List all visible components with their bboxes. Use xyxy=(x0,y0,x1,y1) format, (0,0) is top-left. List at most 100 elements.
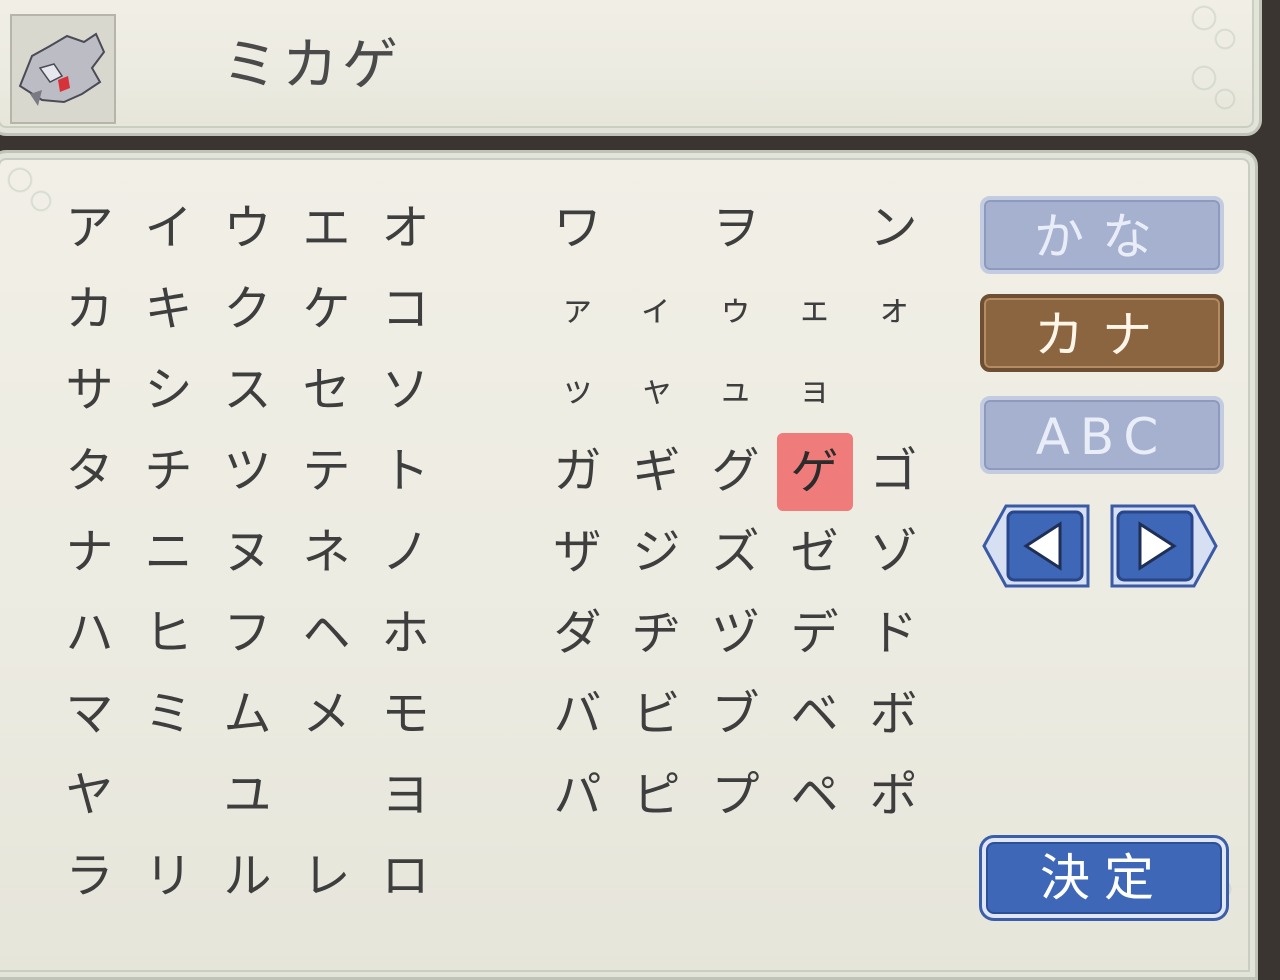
empty-key-slot xyxy=(854,350,933,431)
kana-key-label: ヒ xyxy=(144,605,193,661)
kana-key[interactable]: ピ xyxy=(617,755,696,836)
kana-key[interactable]: キ xyxy=(129,269,208,350)
kana-key-label: コ xyxy=(381,281,430,337)
kana-key[interactable]: ペ xyxy=(775,755,854,836)
kana-key[interactable]: タ xyxy=(50,431,129,512)
kana-key[interactable]: ネ xyxy=(287,512,366,593)
kana-key-selected[interactable]: ゲ xyxy=(775,431,854,512)
kana-key[interactable]: ウ xyxy=(208,188,287,269)
kana-key[interactable]: シ xyxy=(129,350,208,431)
kana-key[interactable]: ョ xyxy=(775,350,854,431)
kana-key[interactable]: ワ xyxy=(538,188,617,269)
kana-key-label: ア xyxy=(65,200,114,256)
arrow-right-button[interactable] xyxy=(1110,500,1218,592)
kana-key[interactable]: ヌ xyxy=(208,512,287,593)
empty-key-slot xyxy=(617,188,696,269)
kana-key[interactable]: ブ xyxy=(696,674,775,755)
kana-key[interactable]: ェ xyxy=(775,269,854,350)
kana-key[interactable]: ポ xyxy=(854,755,933,836)
kana-key[interactable]: ン xyxy=(854,188,933,269)
kana-key[interactable]: ヘ xyxy=(287,593,366,674)
kana-key[interactable]: ヅ xyxy=(696,593,775,674)
kana-key-label: ヨ xyxy=(381,767,430,823)
kana-key[interactable]: チ xyxy=(129,431,208,512)
kana-key[interactable]: ヒ xyxy=(129,593,208,674)
kana-key[interactable]: ラ xyxy=(50,836,129,917)
pokemon-avatar-icon xyxy=(10,14,116,124)
kana-key[interactable]: ル xyxy=(208,836,287,917)
kana-key[interactable]: ィ xyxy=(617,269,696,350)
kana-key[interactable]: ジ xyxy=(617,512,696,593)
kana-key[interactable]: パ xyxy=(538,755,617,836)
kana-key[interactable]: ダ xyxy=(538,593,617,674)
kana-key-label: デ xyxy=(790,605,839,661)
arrow-left-button[interactable] xyxy=(982,500,1090,592)
kana-key[interactable]: ド xyxy=(854,593,933,674)
mode-alphabet-button[interactable]: ABC xyxy=(980,396,1224,474)
kana-key[interactable]: ホ xyxy=(366,593,445,674)
kana-key[interactable]: ツ xyxy=(208,431,287,512)
kana-key-label: キ xyxy=(144,281,193,337)
kana-key[interactable]: ボ xyxy=(854,674,933,755)
kana-key[interactable]: サ xyxy=(50,350,129,431)
kana-key[interactable]: ユ xyxy=(208,755,287,836)
kana-key[interactable]: メ xyxy=(287,674,366,755)
kana-key-label: ビ xyxy=(632,686,681,742)
kana-key[interactable]: ヂ xyxy=(617,593,696,674)
kana-key[interactable]: ソ xyxy=(366,350,445,431)
kana-key[interactable]: プ xyxy=(696,755,775,836)
kana-key[interactable]: ゾ xyxy=(854,512,933,593)
mode-katakana-button[interactable]: カナ xyxy=(980,294,1224,372)
kana-key[interactable]: ミ xyxy=(129,674,208,755)
kana-key[interactable]: イ xyxy=(129,188,208,269)
kana-key[interactable]: ベ xyxy=(775,674,854,755)
kana-key[interactable]: ァ xyxy=(538,269,617,350)
kana-key[interactable]: カ xyxy=(50,269,129,350)
kana-key[interactable]: ュ xyxy=(696,350,775,431)
kana-key[interactable]: ア xyxy=(50,188,129,269)
kana-key[interactable]: ギ xyxy=(617,431,696,512)
kana-key[interactable]: ビ xyxy=(617,674,696,755)
kana-key[interactable]: ナ xyxy=(50,512,129,593)
kana-key[interactable]: ケ xyxy=(287,269,366,350)
kana-key[interactable]: モ xyxy=(366,674,445,755)
kana-key[interactable]: コ xyxy=(366,269,445,350)
kana-key[interactable]: ス xyxy=(208,350,287,431)
kana-key[interactable]: ゥ xyxy=(696,269,775,350)
kana-key[interactable]: ロ xyxy=(366,836,445,917)
kana-key[interactable]: ゼ xyxy=(775,512,854,593)
kana-key[interactable]: ノ xyxy=(366,512,445,593)
kana-key[interactable]: ニ xyxy=(129,512,208,593)
kana-key[interactable]: ガ xyxy=(538,431,617,512)
kana-key[interactable]: デ xyxy=(775,593,854,674)
kana-key[interactable]: テ xyxy=(287,431,366,512)
kana-key[interactable]: ヨ xyxy=(366,755,445,836)
kana-key[interactable]: ク xyxy=(208,269,287,350)
kana-key[interactable]: ヤ xyxy=(50,755,129,836)
kana-key[interactable]: ト xyxy=(366,431,445,512)
kana-key[interactable]: グ xyxy=(696,431,775,512)
kana-key[interactable]: レ xyxy=(287,836,366,917)
kana-key-label: ペ xyxy=(790,767,839,823)
arrow-right-icon xyxy=(1110,504,1218,588)
kana-key[interactable]: オ xyxy=(366,188,445,269)
kana-key[interactable]: ゴ xyxy=(854,431,933,512)
kana-key[interactable]: リ xyxy=(129,836,208,917)
kana-key[interactable]: ズ xyxy=(696,512,775,593)
kana-key[interactable]: ャ xyxy=(617,350,696,431)
kana-key-label: ト xyxy=(381,443,430,499)
kana-key[interactable]: ハ xyxy=(50,593,129,674)
kana-key[interactable]: セ xyxy=(287,350,366,431)
kana-key[interactable]: ッ xyxy=(538,350,617,431)
kana-key[interactable]: フ xyxy=(208,593,287,674)
kana-key[interactable]: ザ xyxy=(538,512,617,593)
kana-key[interactable]: ォ xyxy=(854,269,933,350)
kana-key-label: ヘ xyxy=(302,605,351,661)
kana-key[interactable]: マ xyxy=(50,674,129,755)
kana-key[interactable]: ム xyxy=(208,674,287,755)
kana-key[interactable]: バ xyxy=(538,674,617,755)
confirm-button[interactable]: 決定 xyxy=(982,838,1226,918)
mode-hiragana-button[interactable]: かな xyxy=(980,196,1224,274)
kana-key[interactable]: ヲ xyxy=(696,188,775,269)
kana-key[interactable]: エ xyxy=(287,188,366,269)
